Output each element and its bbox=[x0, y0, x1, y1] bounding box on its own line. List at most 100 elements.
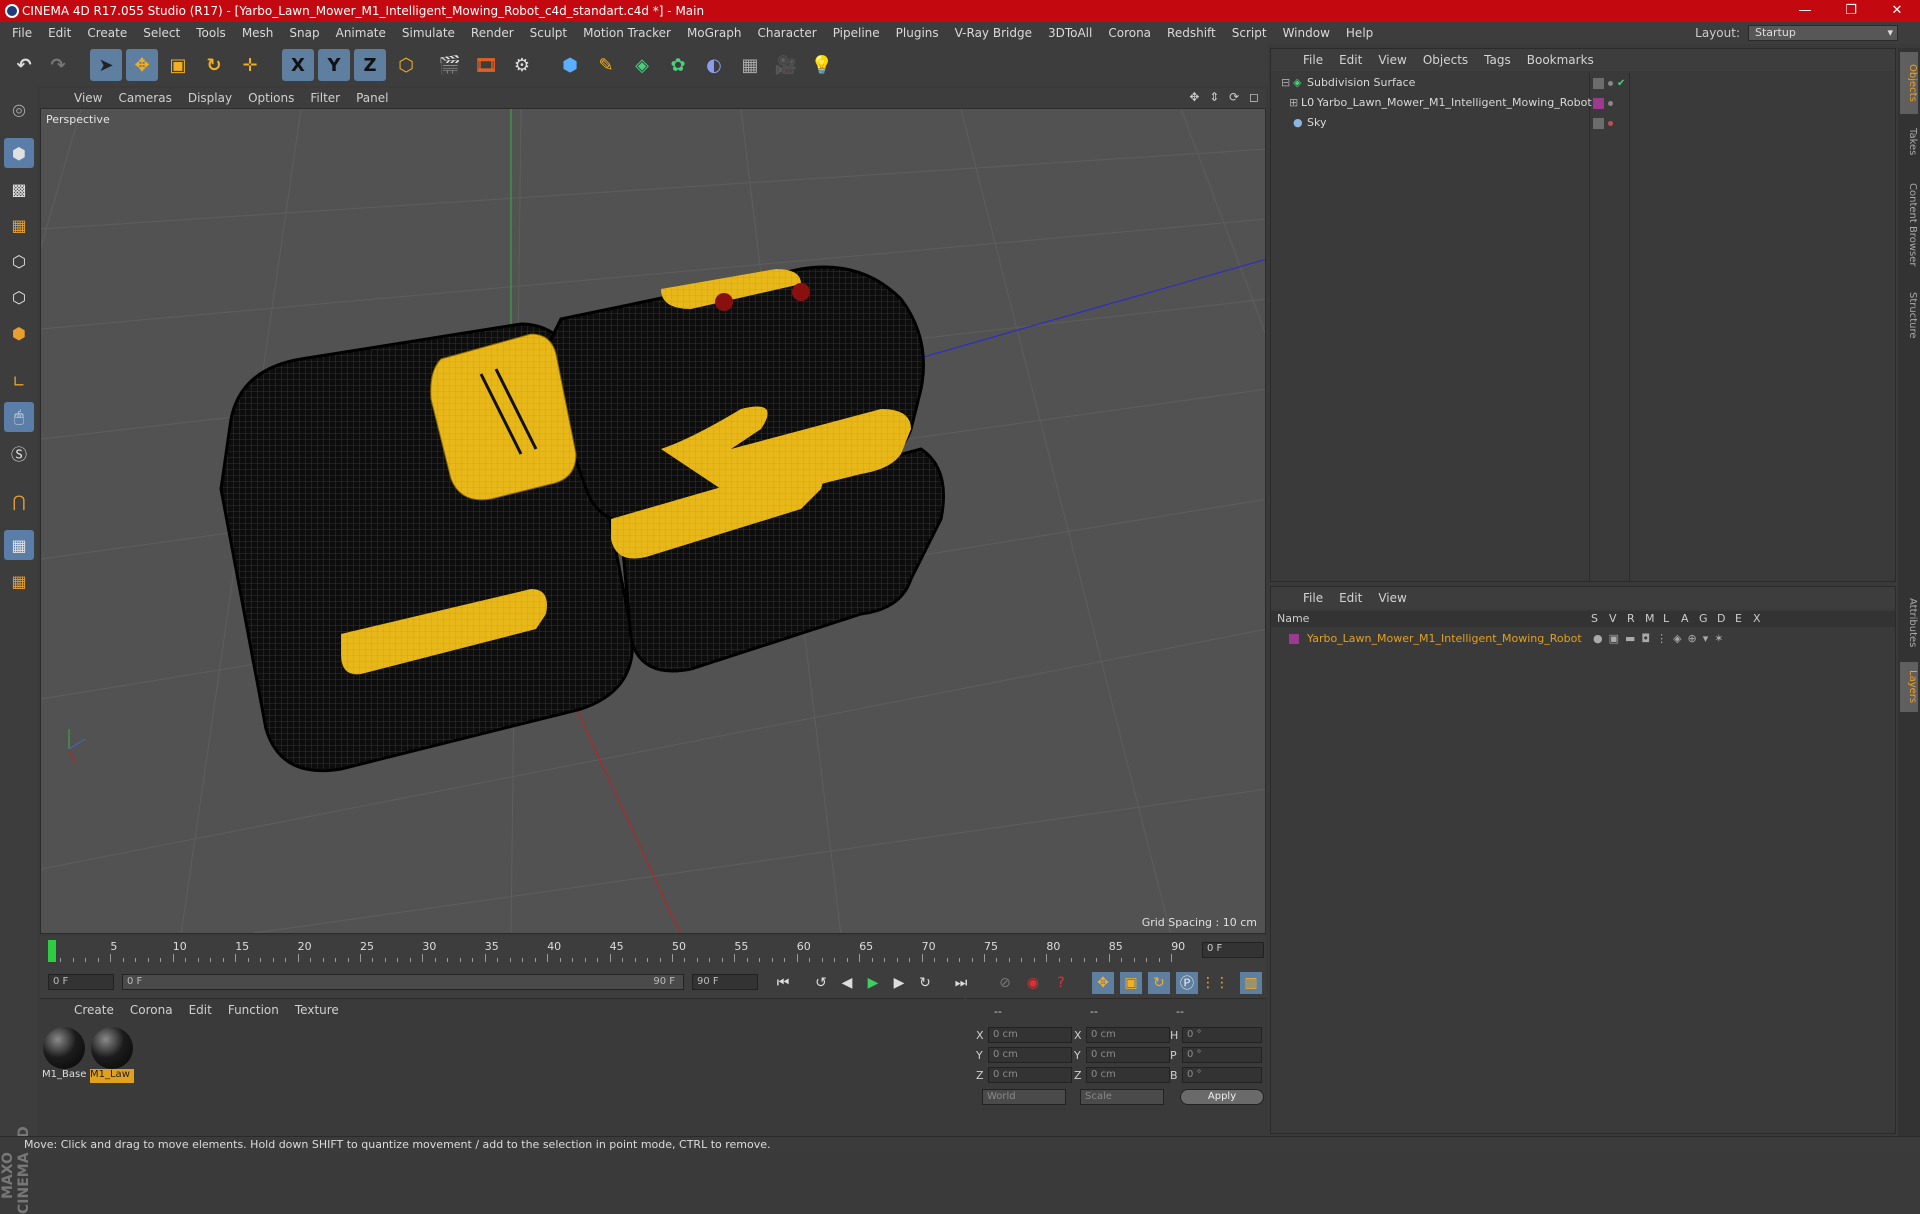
key-parameter-icon[interactable]: Ⓟ bbox=[1176, 972, 1198, 994]
om-menu-objects[interactable]: Objects bbox=[1415, 53, 1476, 67]
material-menu-function[interactable]: Function bbox=[220, 1003, 287, 1017]
col-v[interactable]: V bbox=[1609, 611, 1617, 627]
tab-content-browser[interactable]: Content Browser bbox=[1900, 170, 1918, 280]
select-cursor-icon[interactable]: ➤ bbox=[90, 49, 122, 81]
texture-mode-icon[interactable]: ▩ bbox=[4, 174, 34, 204]
rot-b-field[interactable]: 0 ° bbox=[1182, 1067, 1262, 1083]
previous-key-icon[interactable]: ↺ bbox=[810, 972, 832, 994]
visibility-dot[interactable] bbox=[1608, 121, 1613, 126]
points-mode-icon[interactable]: ⬡ bbox=[4, 246, 34, 276]
perspective-viewport[interactable]: Perspective Grid Spacing : 10 cm bbox=[40, 108, 1266, 934]
rot-p-field[interactable]: 0 ° bbox=[1182, 1047, 1262, 1063]
layer-color-swatch[interactable] bbox=[1289, 634, 1299, 644]
menu-file[interactable]: File bbox=[4, 22, 40, 44]
tab-layers[interactable]: Layers bbox=[1900, 662, 1918, 712]
om-menu-bookmarks[interactable]: Bookmarks bbox=[1519, 53, 1602, 67]
frame-ruler[interactable]: 051015202530354045505560657075808590 bbox=[48, 940, 1200, 962]
render-settings-icon[interactable]: ⚙ bbox=[506, 49, 538, 81]
start-frame-field[interactable]: 0 F bbox=[48, 974, 114, 990]
menu-animate[interactable]: Animate bbox=[328, 22, 394, 44]
tweak-mode-icon[interactable]: 🖱 bbox=[4, 402, 34, 432]
edges-mode-icon[interactable]: ⬡ bbox=[4, 282, 34, 312]
preview-range-slider[interactable]: 0 F 90 F bbox=[122, 974, 684, 990]
enabled-check-icon[interactable]: ✔ bbox=[1617, 78, 1625, 89]
move-tool-icon[interactable]: ✥ bbox=[126, 49, 158, 81]
lm-menu-edit[interactable]: Edit bbox=[1331, 591, 1370, 605]
menu-mesh[interactable]: Mesh bbox=[234, 22, 282, 44]
om-menu-edit[interactable]: Edit bbox=[1331, 53, 1370, 67]
live-selection-icon[interactable]: ✛ bbox=[234, 49, 266, 81]
collapse-toggle-icon[interactable]: ⊟ bbox=[1281, 73, 1290, 93]
cube-object-icon[interactable]: ⬢ bbox=[554, 49, 586, 81]
end-frame-field[interactable]: 90 F bbox=[692, 974, 758, 990]
keyframe-selection-icon[interactable]: ? bbox=[1050, 972, 1072, 994]
col-s[interactable]: S bbox=[1591, 611, 1598, 627]
subdivision-surface-icon[interactable]: ◈ bbox=[626, 49, 658, 81]
pos-y-field[interactable]: 0 cm bbox=[988, 1047, 1072, 1063]
layout-dropdown[interactable]: Startup bbox=[1748, 25, 1898, 41]
auto-keying-icon[interactable]: ◉ bbox=[1022, 972, 1044, 994]
tab-structure[interactable]: Structure bbox=[1900, 284, 1918, 346]
menu-create[interactable]: Create bbox=[79, 22, 135, 44]
y-axis-lock-button[interactable]: Y bbox=[318, 49, 350, 81]
minimize-button[interactable]: — bbox=[1782, 0, 1828, 22]
menu-plugins[interactable]: Plugins bbox=[888, 22, 947, 44]
render-picture-viewer-icon[interactable]: 🎞 bbox=[470, 49, 502, 81]
object-row-subdivision-surface[interactable]: ⊟ ◈ Subdivision Surface ✔ bbox=[1271, 73, 1895, 93]
current-frame-field[interactable]: 0 F bbox=[1202, 942, 1264, 958]
coordinate-space-dropdown[interactable]: World bbox=[982, 1089, 1066, 1105]
key-point-level-icon[interactable]: ⋮⋮ bbox=[1201, 972, 1229, 994]
timeline-window-icon[interactable]: ▥ bbox=[1240, 972, 1262, 994]
object-row-yarbo-mower[interactable]: ⊞ L0 Yarbo_Lawn_Mower_M1_Intelligent_Mow… bbox=[1271, 93, 1895, 113]
menu-redshift[interactable]: Redshift bbox=[1159, 22, 1224, 44]
undo-icon[interactable]: ↶ bbox=[8, 49, 40, 81]
col-d[interactable]: D bbox=[1717, 611, 1725, 627]
key-position-icon[interactable]: ✥ bbox=[1092, 972, 1114, 994]
lm-menu-view[interactable]: View bbox=[1370, 591, 1414, 605]
menu-edit[interactable]: Edit bbox=[40, 22, 79, 44]
go-to-end-icon[interactable]: ⏭ bbox=[950, 972, 972, 994]
col-l[interactable]: L bbox=[1663, 611, 1669, 627]
menu-render[interactable]: Render bbox=[463, 22, 522, 44]
om-menu-tags[interactable]: Tags bbox=[1476, 53, 1519, 67]
visibility-dot[interactable] bbox=[1608, 81, 1613, 86]
next-key-icon[interactable]: ↻ bbox=[914, 972, 936, 994]
viewport-menu-display[interactable]: Display bbox=[180, 91, 240, 105]
size-z-field[interactable]: 0 cm bbox=[1086, 1067, 1170, 1083]
lock-workplane-icon[interactable]: ▦ bbox=[4, 530, 34, 560]
menu-tools[interactable]: Tools bbox=[188, 22, 234, 44]
material-menu-edit[interactable]: Edit bbox=[181, 1003, 220, 1017]
timeline-ruler[interactable]: 051015202530354045505560657075808590 0 F bbox=[40, 936, 1266, 966]
menu-help[interactable]: Help bbox=[1338, 22, 1381, 44]
z-axis-lock-button[interactable]: Z bbox=[354, 49, 386, 81]
play-icon[interactable]: ▶ bbox=[862, 972, 884, 994]
redo-icon[interactable]: ↷ bbox=[42, 49, 74, 81]
viewport-menu-cameras[interactable]: Cameras bbox=[110, 91, 179, 105]
pos-x-field[interactable]: 0 cm bbox=[988, 1027, 1072, 1043]
x-axis-lock-button[interactable]: X bbox=[282, 49, 314, 81]
menu-pipeline[interactable]: Pipeline bbox=[825, 22, 888, 44]
viewport-menu-panel[interactable]: Panel bbox=[348, 91, 396, 105]
rotate-tool-icon[interactable]: ↻ bbox=[198, 49, 230, 81]
menu-character[interactable]: Character bbox=[749, 22, 824, 44]
material-swatch-selected[interactable]: M1_Law bbox=[90, 1027, 134, 1083]
material-swatch[interactable]: M1_Base bbox=[42, 1027, 86, 1083]
render-view-icon[interactable]: 🎬 bbox=[434, 49, 466, 81]
rot-h-field[interactable]: 0 ° bbox=[1182, 1027, 1262, 1043]
menu-mograph[interactable]: MoGraph bbox=[679, 22, 750, 44]
planar-workplane-icon[interactable]: ▦ bbox=[4, 566, 34, 596]
floor-scene-icon[interactable]: ▦ bbox=[734, 49, 766, 81]
coordinate-system-icon[interactable]: ⬡ bbox=[390, 49, 422, 81]
material-menu-texture[interactable]: Texture bbox=[287, 1003, 347, 1017]
col-e[interactable]: E bbox=[1735, 611, 1742, 627]
key-rotation-icon[interactable]: ↻ bbox=[1148, 972, 1170, 994]
close-button[interactable]: ✕ bbox=[1874, 0, 1920, 22]
size-mode-dropdown[interactable]: Scale bbox=[1080, 1089, 1164, 1105]
menu-snap[interactable]: Snap bbox=[281, 22, 327, 44]
next-frame-icon[interactable]: ▶ bbox=[888, 972, 910, 994]
playhead-marker[interactable] bbox=[48, 940, 56, 962]
menu-3dtoall[interactable]: 3DToAll bbox=[1040, 22, 1100, 44]
material-menu-create[interactable]: Create bbox=[66, 1003, 122, 1017]
deformer-icon[interactable]: ◐ bbox=[698, 49, 730, 81]
col-r[interactable]: R bbox=[1627, 611, 1635, 627]
